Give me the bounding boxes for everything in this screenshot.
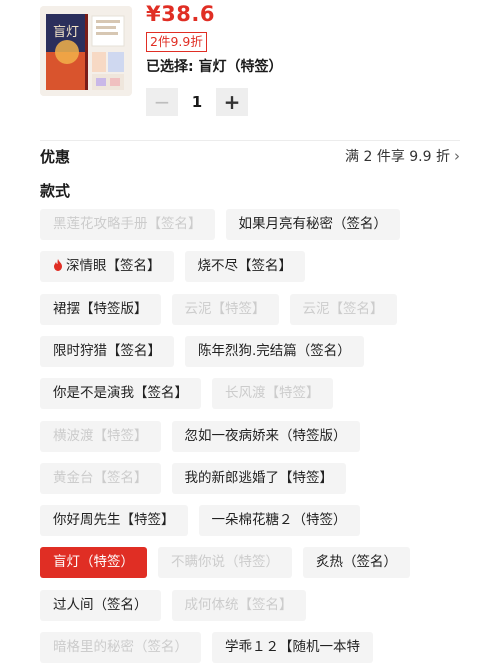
product-thumbnail[interactable]: 盲灯 — [40, 6, 132, 96]
style-option-row: 限时狩猎【签名】 陈年烈狗.完结篇（签名） — [40, 335, 375, 367]
product-price: ¥38.6 — [146, 2, 215, 26]
style-option-chip[interactable]: 如果月亮有秘密（签名） — [225, 209, 400, 240]
style-option-chip: 云泥【签名】 — [289, 293, 397, 325]
style-option-row: 黄金台【签名】 我的新郎逃婚了【特签】 — [40, 462, 357, 494]
style-option-chip: 不瞒你说（特签） — [158, 547, 292, 579]
style-option-label: 如果月亮有秘密（签名） — [238, 216, 388, 232]
style-option-chip: 暗格里的秘密（签名） — [40, 632, 201, 663]
style-option-chip[interactable]: 学乖１２【随机一本特 — [212, 632, 373, 663]
style-option-label: 你好周先生【特签】 — [53, 512, 175, 529]
style-option-chip[interactable]: 过人间（签名） — [40, 589, 161, 621]
style-option-label: 暗格里的秘密（签名） — [53, 639, 188, 655]
promotion-row[interactable]: 优惠 满 2 件享 9.9 折 › — [40, 140, 460, 171]
style-option-row: 裙摆【特签版】 云泥【特签】 云泥【签名】 — [40, 293, 408, 325]
style-option-chip[interactable]: 炙热（签名） — [303, 547, 410, 579]
style-option-label: 裙摆【特签版】 — [53, 300, 148, 317]
style-option-label: 忽如一夜病娇来（特签版） — [184, 427, 347, 444]
style-option-row: 过人间（签名） 成何体统【签名】 — [40, 589, 317, 621]
style-option-chip: 黑莲花攻略手册【签名】 — [40, 209, 215, 240]
flame-icon — [53, 252, 63, 272]
product-header: 盲灯 ¥38.6 2件9.9折 已选择: 盲灯（特签） − 1 + — [0, 0, 500, 130]
minus-icon: − — [153, 90, 171, 114]
selected-variant-text: 已选择: 盲灯（特签） — [146, 59, 283, 75]
style-option-row: 你好周先生【特签】 一朵棉花糖２（特签） — [40, 505, 371, 537]
plus-icon: + — [223, 90, 241, 114]
style-option-row: 你是不是演我【签名】 长风渡【特签】 — [40, 378, 344, 410]
style-option-chip[interactable]: 忽如一夜病娇来（特签版） — [171, 420, 360, 452]
quantity-stepper: − 1 + — [146, 88, 248, 116]
style-option-label: 黄金台【签名】 — [53, 469, 148, 486]
style-option-chip: 横波渡【特签】 — [40, 420, 161, 452]
style-option-label: 成何体统【签名】 — [184, 596, 293, 613]
style-option-label: 过人间（签名） — [53, 596, 148, 613]
style-option-chip[interactable]: 盲灯（特签） — [40, 547, 147, 579]
book-cover-title: 盲灯 — [53, 25, 80, 40]
increase-quantity-button[interactable]: + — [216, 88, 248, 116]
style-option-label: 一朵棉花糖２（特签） — [211, 512, 347, 529]
style-option-chip[interactable]: 一朵棉花糖２（特签） — [198, 505, 360, 537]
style-option-row: 盲灯（特签） 不瞒你说（特签） 炙热（签名） — [40, 547, 421, 579]
style-option-chip: 黄金台【签名】 — [40, 462, 161, 494]
style-option-label: 你是不是演我【签名】 — [53, 385, 188, 402]
style-option-chip: 长风渡【特签】 — [212, 378, 333, 410]
promo-tag: 2件9.9折 — [146, 32, 207, 52]
style-option-chip: 云泥【特签】 — [171, 293, 279, 325]
style-option-label: 不瞒你说（特签） — [171, 554, 279, 571]
style-option-label: 我的新郎逃婚了【特签】 — [184, 469, 334, 486]
style-option-label: 陈年烈狗.完结篇（签名） — [198, 342, 351, 359]
style-option-chip[interactable]: 你好周先生【特签】 — [40, 505, 188, 537]
style-option-chip[interactable]: 陈年烈狗.完结篇（签名） — [185, 335, 364, 367]
style-option-label: 限时狩猎【签名】 — [53, 342, 161, 359]
style-option-label: 云泥【特签】 — [184, 300, 266, 317]
style-option-label: 长风渡【特签】 — [225, 385, 320, 402]
style-option-row: 横波渡【特签】 忽如一夜病娇来（特签版） — [40, 420, 371, 452]
style-option-label: 深情眼【签名】 — [66, 258, 161, 275]
style-option-label: 盲灯（特签） — [53, 554, 134, 571]
style-option-label: 横波渡【特签】 — [53, 427, 148, 444]
style-option-chip[interactable]: 裙摆【特签版】 — [40, 293, 161, 325]
style-option-chip[interactable]: 限时狩猎【签名】 — [40, 335, 174, 367]
book-cover-image — [40, 6, 132, 96]
style-option-chip[interactable]: 我的新郎逃婚了【特签】 — [171, 462, 346, 494]
style-option-chip: 成何体统【签名】 — [171, 589, 306, 621]
chevron-right-icon: › — [454, 147, 460, 165]
style-option-label: 云泥【签名】 — [302, 300, 384, 317]
style-option-row: 暗格里的秘密（签名） 学乖１２【随机一本特 — [40, 632, 384, 663]
style-option-label: 烧不尽【签名】 — [197, 258, 293, 275]
style-section-label: 款式 — [40, 182, 71, 200]
style-option-chip[interactable]: 烧不尽【签名】 — [184, 251, 305, 283]
style-option-label: 炙热（签名） — [316, 554, 397, 571]
style-option-label: 学乖１２【随机一本特 — [225, 639, 360, 655]
style-option-chip[interactable]: 你是不是演我【签名】 — [40, 378, 201, 410]
style-option-row: 深情眼【签名】 烧不尽【签名】 — [40, 251, 316, 283]
style-option-chip[interactable]: 深情眼【签名】 — [40, 251, 174, 283]
quantity-value[interactable]: 1 — [178, 93, 216, 111]
style-option-label: 黑莲花攻略手册【签名】 — [53, 216, 202, 232]
promotion-label: 优惠 — [40, 148, 71, 166]
style-option-row: 黑莲花攻略手册【签名】 如果月亮有秘密（签名） — [40, 209, 411, 240]
decrease-quantity-button[interactable]: − — [146, 88, 178, 116]
promotion-value: 满 2 件享 9.9 折 — [345, 149, 450, 165]
